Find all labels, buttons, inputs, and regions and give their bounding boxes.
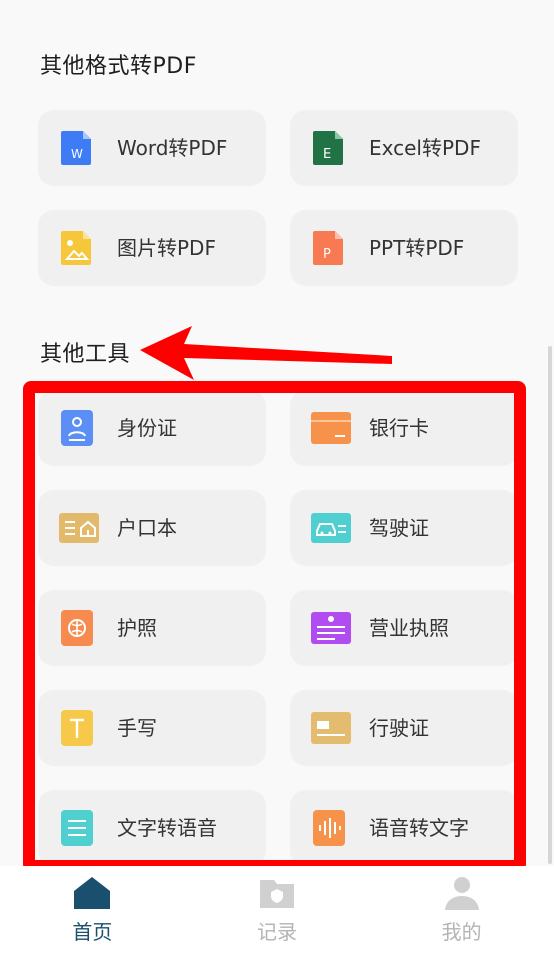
nav-label: 我的 (441, 920, 482, 944)
section-title-convert: 其他格式转PDF (40, 54, 197, 79)
card-label: Word转PDF (117, 136, 228, 160)
bank-card-tool[interactable]: 银行卡 (290, 390, 518, 466)
nav-item-records[interactable]: 记录 (185, 866, 370, 953)
word-doc-icon: W (59, 129, 95, 167)
section-title-tools: 其他工具 (40, 342, 131, 367)
id-card-tool[interactable]: 身份证 (38, 390, 266, 466)
home-icon (72, 876, 112, 910)
vehicle-license-icon (311, 712, 351, 744)
driver-license-tool[interactable]: 驾驶证 (290, 490, 518, 566)
nav-item-home[interactable]: 首页 (0, 866, 185, 953)
nav-label: 首页 (72, 920, 113, 944)
card-label: Excel转PDF (369, 136, 481, 160)
card-label: 语音转文字 (369, 816, 469, 840)
svg-text:P: P (323, 247, 331, 262)
text-to-speech-tool[interactable]: 文字转语音 (38, 790, 266, 866)
excel-to-pdf-card[interactable]: E Excel转PDF (290, 110, 518, 186)
bottom-navigation: 首页 记录 我的 (0, 866, 554, 953)
svg-text:W: W (71, 147, 83, 161)
ppt-to-pdf-card[interactable]: P PPT转PDF (290, 210, 518, 286)
passport-icon (59, 609, 95, 647)
speech-to-text-tool[interactable]: 语音转文字 (290, 790, 518, 866)
card-label: 身份证 (117, 416, 177, 440)
profile-icon (442, 876, 482, 910)
scrollbar[interactable] (548, 346, 552, 864)
ppt-doc-icon: P (311, 229, 347, 267)
handwriting-tool[interactable]: 手写 (38, 690, 266, 766)
svg-text:E: E (323, 147, 331, 162)
card-label: 图片转PDF (117, 236, 216, 260)
card-label: 营业执照 (369, 616, 449, 640)
word-to-pdf-card[interactable]: W Word转PDF (38, 110, 266, 186)
card-label: 文字转语音 (117, 816, 217, 840)
bank-card-icon (311, 412, 351, 444)
card-label: PPT转PDF (369, 236, 465, 260)
excel-doc-icon: E (311, 129, 347, 167)
image-to-pdf-card[interactable]: 图片转PDF (38, 210, 266, 286)
nav-item-profile[interactable]: 我的 (369, 866, 554, 953)
business-license-icon (311, 612, 351, 644)
handwriting-icon (59, 709, 95, 747)
household-register-icon (59, 513, 99, 543)
driver-license-icon (311, 513, 351, 543)
card-label: 行驶证 (369, 716, 429, 740)
card-label: 户口本 (117, 516, 177, 540)
id-card-icon (59, 409, 95, 447)
business-license-tool[interactable]: 营业执照 (290, 590, 518, 666)
records-icon (257, 876, 297, 910)
card-label: 驾驶证 (369, 516, 429, 540)
passport-tool[interactable]: 护照 (38, 590, 266, 666)
card-label: 手写 (117, 716, 157, 740)
speech-to-text-icon (311, 809, 347, 847)
vehicle-license-tool[interactable]: 行驶证 (290, 690, 518, 766)
annotation-arrow (140, 326, 392, 380)
nav-label: 记录 (257, 920, 297, 944)
card-label: 护照 (117, 616, 157, 640)
household-register-tool[interactable]: 户口本 (38, 490, 266, 566)
image-doc-icon (59, 229, 95, 267)
card-label: 银行卡 (369, 416, 429, 440)
text-to-speech-icon (59, 809, 95, 847)
